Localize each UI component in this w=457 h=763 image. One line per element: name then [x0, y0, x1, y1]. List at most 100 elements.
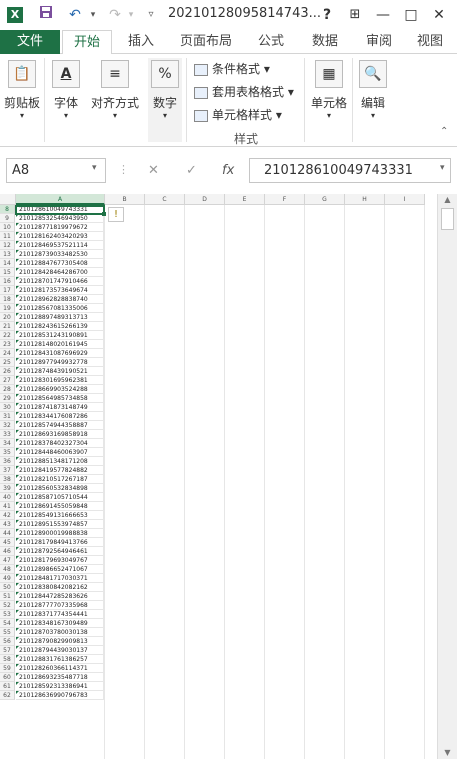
- row-header[interactable]: 33: [0, 430, 15, 439]
- close-button[interactable]: ✕: [426, 4, 452, 26]
- row-header[interactable]: 29: [0, 394, 15, 403]
- column-header-e[interactable]: E: [225, 194, 265, 205]
- row-header[interactable]: 56: [0, 637, 15, 646]
- row-header[interactable]: 38: [0, 475, 15, 484]
- formula-input[interactable]: 210128610049743331: [249, 158, 451, 183]
- insert-function-icon[interactable]: fx: [222, 163, 234, 178]
- column-header-d[interactable]: D: [185, 194, 225, 205]
- row-header[interactable]: 59: [0, 664, 15, 673]
- row-header[interactable]: 58: [0, 655, 15, 664]
- ribbon-display-button[interactable]: ⊞: [342, 4, 368, 26]
- cell-a[interactable]: 210128378402327304: [16, 439, 104, 448]
- undo-icon[interactable]: ↶: [64, 5, 86, 25]
- cell-a[interactable]: 210128447285283626: [16, 592, 104, 601]
- row-header[interactable]: 26: [0, 367, 15, 376]
- row-header[interactable]: 46: [0, 547, 15, 556]
- cell-a[interactable]: 210128669903524288: [16, 385, 104, 394]
- cell-a[interactable]: 210128481717030371: [16, 574, 104, 583]
- cell-a[interactable]: 210128977949932778: [16, 358, 104, 367]
- cell-a[interactable]: 210128851348171208: [16, 457, 104, 466]
- cell-a[interactable]: 210128792564946461: [16, 547, 104, 556]
- help-button[interactable]: ?: [314, 4, 340, 26]
- vertical-scrollbar[interactable]: ▲ ▼: [437, 194, 457, 759]
- clipboard-button[interactable]: 📋 剪贴板 ▾: [2, 58, 42, 120]
- cell-a[interactable]: 210128344176087286: [16, 412, 104, 421]
- row-header[interactable]: 11: [0, 232, 15, 241]
- row-header[interactable]: 20: [0, 313, 15, 322]
- row-header[interactable]: 16: [0, 277, 15, 286]
- cell-a[interactable]: 210128148020161945: [16, 340, 104, 349]
- undo-dropdown-icon[interactable]: ▾: [88, 5, 98, 25]
- row-header[interactable]: 52: [0, 601, 15, 610]
- cell-a[interactable]: 210128371774354441: [16, 610, 104, 619]
- row-header[interactable]: 40: [0, 493, 15, 502]
- row-header[interactable]: 37: [0, 466, 15, 475]
- column-header-h[interactable]: H: [345, 194, 385, 205]
- row-header[interactable]: 44: [0, 529, 15, 538]
- row-header[interactable]: 14: [0, 259, 15, 268]
- name-box-dropdown-icon[interactable]: ▾: [92, 163, 97, 173]
- cell-a[interactable]: 210128549131666653: [16, 511, 104, 520]
- cancel-icon[interactable]: ✕: [148, 163, 159, 178]
- row-header[interactable]: 51: [0, 592, 15, 601]
- row-header[interactable]: 34: [0, 439, 15, 448]
- expand-formula-icon[interactable]: ▾: [440, 163, 445, 173]
- tab-page-layout[interactable]: 页面布局: [172, 30, 240, 54]
- row-header[interactable]: 36: [0, 457, 15, 466]
- conditional-format-button[interactable]: 条件格式 ▾: [194, 59, 270, 79]
- editing-button[interactable]: 🔍 编辑 ▾: [356, 58, 390, 120]
- cell-a[interactable]: 210128693169858918: [16, 430, 104, 439]
- cell-a[interactable]: 210128301695962381: [16, 376, 104, 385]
- tab-view[interactable]: 视图: [410, 30, 450, 54]
- row-header[interactable]: 35: [0, 448, 15, 457]
- collapse-ribbon-icon[interactable]: ⌃: [440, 126, 448, 137]
- spreadsheet-grid[interactable]: ABCDEFGHI 8 210128610049743331 9 2101285325…: [0, 194, 437, 759]
- row-header[interactable]: 12: [0, 241, 15, 250]
- cell-a[interactable]: 210128790829909813: [16, 637, 104, 646]
- cell-a[interactable]: 210128179693049767: [16, 556, 104, 565]
- cell-a[interactable]: 210128348167309489: [16, 619, 104, 628]
- row-header[interactable]: 9: [0, 214, 15, 223]
- format-as-table-button[interactable]: 套用表格格式 ▾: [194, 82, 294, 102]
- number-button[interactable]: % 数字 ▾: [148, 58, 182, 142]
- row-header[interactable]: 19: [0, 304, 15, 313]
- row-header[interactable]: 43: [0, 520, 15, 529]
- cell-a[interactable]: 210128691455059848: [16, 502, 104, 511]
- row-header[interactable]: 61: [0, 682, 15, 691]
- cell-a[interactable]: 210128448460063907: [16, 448, 104, 457]
- cell-a[interactable]: 210128831761386257: [16, 655, 104, 664]
- cells-button[interactable]: ▦ 单元格 ▾: [308, 58, 350, 120]
- cell-a[interactable]: 210128179849413766: [16, 538, 104, 547]
- fill-handle[interactable]: [102, 212, 106, 216]
- restore-button[interactable]: □: [398, 4, 424, 26]
- select-all-corner[interactable]: [0, 194, 16, 205]
- alignment-button[interactable]: ≡ 对齐方式 ▾: [88, 58, 142, 120]
- cell-a[interactable]: 210128173573649674: [16, 286, 104, 295]
- save-icon[interactable]: [36, 5, 56, 25]
- column-header-a[interactable]: A: [16, 194, 105, 205]
- row-header[interactable]: 21: [0, 322, 15, 331]
- cell-a[interactable]: 210128162403420293: [16, 232, 104, 241]
- row-header[interactable]: 18: [0, 295, 15, 304]
- row-header[interactable]: 42: [0, 511, 15, 520]
- row-header[interactable]: 41: [0, 502, 15, 511]
- cell-a[interactable]: 210128794439030137: [16, 646, 104, 655]
- warning-icon[interactable]: !: [108, 207, 124, 222]
- row-header[interactable]: 57: [0, 646, 15, 655]
- minimize-button[interactable]: —: [370, 4, 396, 26]
- scroll-thumb[interactable]: [441, 208, 454, 230]
- cell-a[interactable]: 210128900019988838: [16, 529, 104, 538]
- row-header[interactable]: 8: [0, 205, 15, 214]
- tab-review[interactable]: 审阅: [356, 30, 402, 54]
- cell-a[interactable]: 210128693235487718: [16, 673, 104, 682]
- cell-a[interactable]: 210128748439190521: [16, 367, 104, 376]
- row-header[interactable]: 22: [0, 331, 15, 340]
- cell-a[interactable]: 210128986652471067: [16, 565, 104, 574]
- cell-a[interactable]: 210128564985734858: [16, 394, 104, 403]
- row-header[interactable]: 45: [0, 538, 15, 547]
- tab-data[interactable]: 数据: [302, 30, 348, 54]
- cell-a[interactable]: 210128636990796783: [16, 691, 104, 700]
- cell-a[interactable]: 210128567081335006: [16, 304, 104, 313]
- column-header-g[interactable]: G: [305, 194, 345, 205]
- row-header[interactable]: 10: [0, 223, 15, 232]
